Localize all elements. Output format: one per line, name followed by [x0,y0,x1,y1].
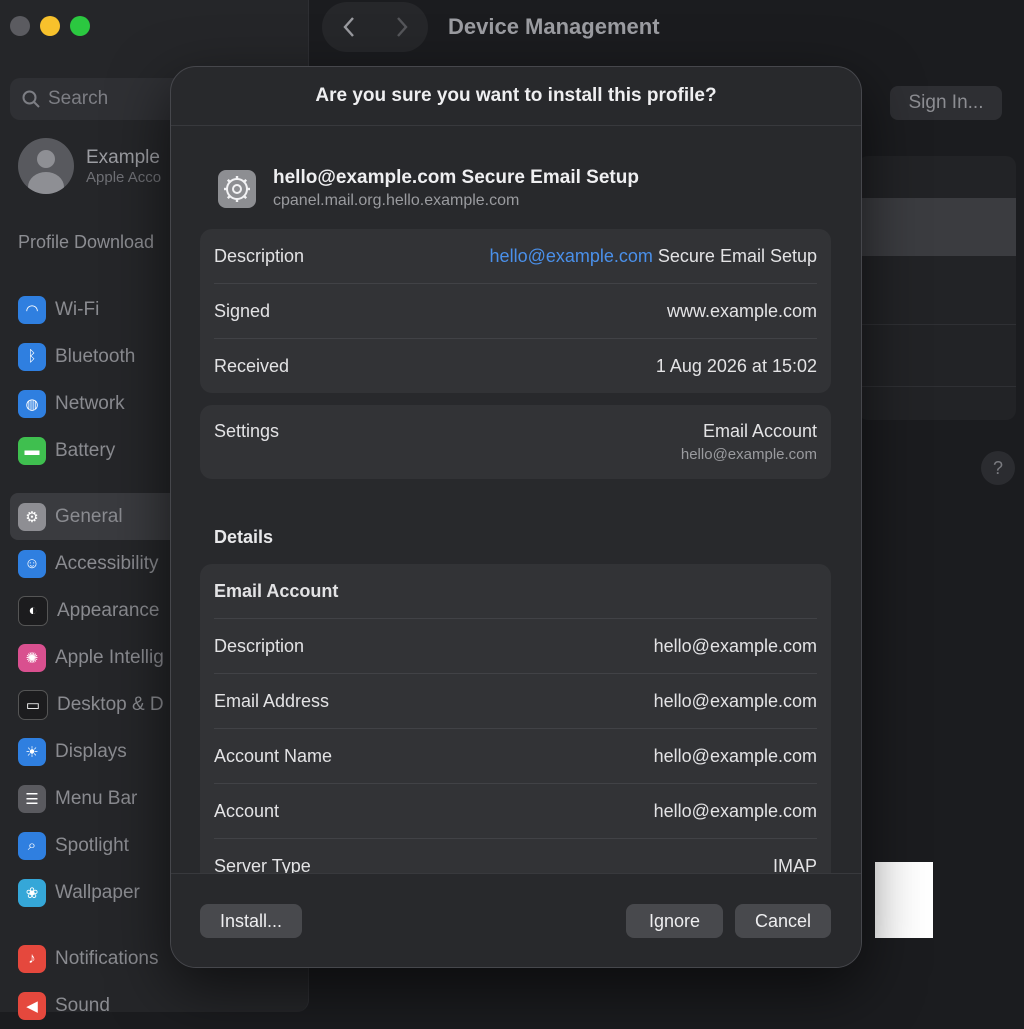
battery-icon: ▬ [18,436,46,465]
sidebar-item-label: Bluetooth [55,345,136,367]
account-subtitle: Apple Acco [86,168,162,186]
sidebar-item-label: Sound [55,994,110,1016]
description-label: Description [214,245,305,266]
account-name: Example [86,146,160,168]
cancel-button[interactable]: Cancel [735,904,831,938]
avatar [18,138,74,194]
description-rest: Secure Email Setup [652,245,817,266]
detail-label: Description [214,635,305,656]
detail-row: Account Name hello@example.com [214,729,817,784]
desktop-icon: ▭ [18,689,48,720]
search-icon [22,90,40,108]
account-item[interactable]: Example Apple Acco [18,138,161,194]
details-heading: Details [214,527,274,547]
received-label: Received [214,355,290,376]
install-profile-dialog: Are you sure you want to install this pr… [170,66,862,968]
details-section-title: Email Account [214,580,339,601]
redaction-block [875,862,933,938]
apple-intelligence-icon: ✺ [18,643,46,672]
detail-value: hello@example.com [653,800,817,821]
bell-icon: ♪ [18,944,46,973]
description-row: Description hello@example.com Secure Ema… [214,229,817,284]
profile-summary-card: Description hello@example.com Secure Ema… [200,229,831,393]
settings-subvalue: hello@example.com [680,446,817,463]
sidebar-item-label: General [55,505,123,527]
navigation-controls [322,2,428,52]
signed-label: Signed [214,300,271,321]
signed-value: www.example.com [666,300,817,321]
details-section-title-row: Email Account [214,564,817,619]
detail-value: hello@example.com [653,635,817,656]
settings-label: Settings [214,421,280,441]
sidebar-item-label: Displays [55,740,127,762]
detail-row: Description hello@example.com [214,619,817,674]
menubar-icon: ☰ [18,784,46,813]
gear-icon: ⚙ [18,502,46,531]
search-placeholder: Search [48,88,109,109]
sidebar-item-label: Wi-Fi [55,298,100,320]
close-window-button[interactable] [10,16,30,36]
profile-header: hello@example.com Secure Email Setup cpa… [218,167,639,210]
back-arrow-icon[interactable] [342,16,356,38]
sidebar-item-label: Apple Intellig [55,646,164,668]
sidebar-item-label: Wallpaper [55,881,140,903]
dialog-title: Are you sure you want to install this pr… [171,67,861,126]
background-list [858,156,1016,420]
received-row: Received 1 Aug 2026 at 15:02 [214,339,817,393]
settings-value: Email Account [702,421,817,441]
description-value: hello@example.com Secure Email Setup [490,246,817,267]
settings-row: Settings Email Account hello@example.com [214,405,817,479]
wallpaper-icon: ❀ [18,878,46,907]
sidebar-item-label: Desktop & D [57,693,164,715]
sidebar-item-label: Accessibility [55,552,159,574]
forward-arrow-icon[interactable] [395,16,409,38]
bluetooth-icon: ᛒ [18,342,46,371]
detail-label: Account Name [214,745,333,766]
background-list-row[interactable] [858,198,1016,256]
sidebar-item-label: Spotlight [55,834,129,856]
globe-icon: ◍ [18,389,46,418]
profile-identifier: cpanel.mail.org.hello.example.com [273,192,520,209]
speaker-icon: ◀ [18,991,46,1020]
zoom-window-button[interactable] [70,16,90,36]
settings-card: Settings Email Account hello@example.com [200,405,831,479]
dialog-footer: Install... Ignore Cancel [171,873,861,967]
sign-in-button[interactable]: Sign In... [890,86,1002,120]
wifi-icon: ◠ [18,295,46,324]
sidebar-item-label: Notifications [55,947,159,969]
details-card[interactable]: Email Account Description hello@example.… [200,564,831,884]
detail-value: hello@example.com [653,690,817,711]
sidebar-item-profile-download[interactable]: Profile Download [18,232,154,253]
window-title: Device Management [448,14,660,39]
detail-row: Account hello@example.com [214,784,817,839]
sidebar-item-label: Menu Bar [55,787,138,809]
detail-label: Account [214,800,280,821]
help-button[interactable]: ? [981,451,1015,485]
window-controls [10,16,90,36]
received-value: 1 Aug 2026 at 15:02 [655,355,817,376]
sidebar-item-sound[interactable]: ◀ Sound [10,982,300,1029]
sidebar-item-label: Appearance [57,599,160,621]
signed-row: Signed www.example.com [214,284,817,339]
minimize-window-button[interactable] [40,16,60,36]
detail-label: Email Address [214,690,330,711]
detail-value: hello@example.com [653,745,817,766]
accessibility-icon: ☺ [18,549,46,578]
appearance-icon: ◐ [18,595,48,626]
sun-icon: ☀ [18,737,46,766]
profile-name: hello@example.com Secure Email Setup [273,167,639,188]
install-button[interactable]: Install... [200,904,302,938]
sidebar-item-label: Battery [55,439,116,461]
sidebar-item-label: Network [55,392,125,414]
ignore-button[interactable]: Ignore [626,904,723,938]
settings-gear-icon [218,169,256,208]
email-link[interactable]: hello@example.com [490,246,653,266]
detail-row: Email Address hello@example.com [214,674,817,729]
magnifier-icon: ⌕ [18,831,46,860]
